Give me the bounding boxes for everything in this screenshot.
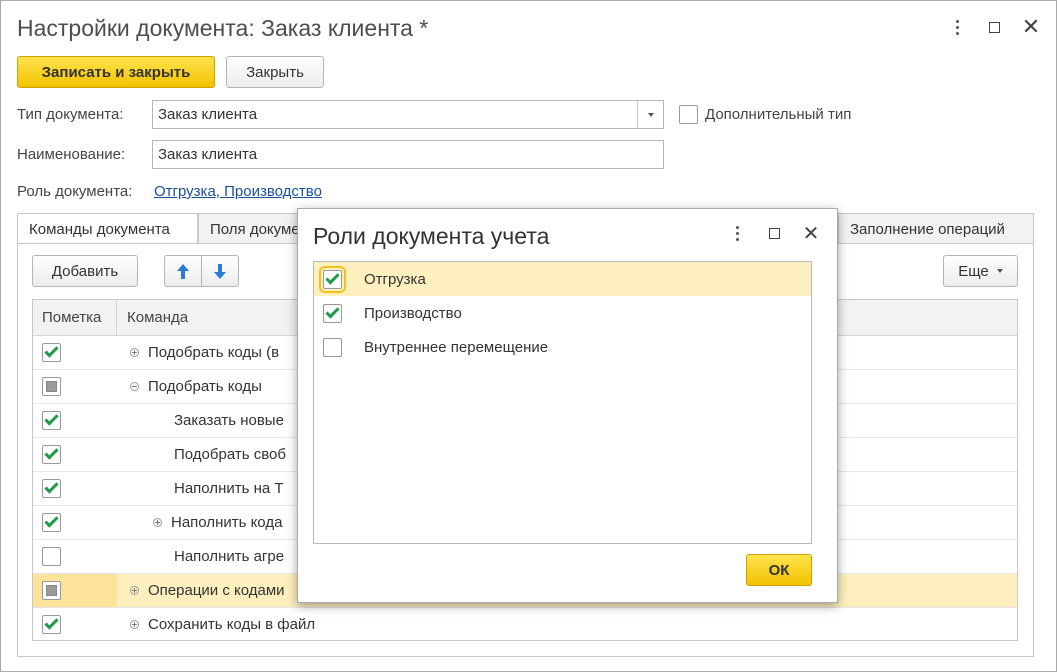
checkmark-icon xyxy=(44,513,59,528)
row-command-cell: Подобрать коды xyxy=(117,378,262,395)
close-icon[interactable]: ✕ xyxy=(797,219,825,247)
row-mark-cell xyxy=(33,336,117,369)
checkbox[interactable] xyxy=(42,411,61,430)
settings-window: Настройки документа: Заказ клиента * ✕ З… xyxy=(0,0,1057,672)
expand-icon[interactable] xyxy=(130,348,139,357)
checkbox[interactable] xyxy=(42,513,61,532)
row-command-cell: Сохранить коды в файл xyxy=(117,616,315,633)
partial-check-icon xyxy=(46,585,57,596)
row-mark-cell xyxy=(33,608,117,640)
more-vert-icon[interactable] xyxy=(723,219,751,247)
row-mark-cell xyxy=(33,438,117,471)
row-mark-cell xyxy=(33,472,117,505)
row-command-cell: Подобрать коды (в xyxy=(117,344,279,361)
partial-check-icon xyxy=(46,381,57,392)
checkmark-icon xyxy=(44,343,59,358)
row-command-label: Заказать новые xyxy=(174,412,284,429)
role-list-item[interactable]: Внутреннее перемещение xyxy=(314,330,811,364)
checkbox[interactable] xyxy=(42,581,61,600)
roles-dialog: Роли документа учета ✕ Отгрузка Производс… xyxy=(297,208,838,603)
role-label: Внутреннее перемещение xyxy=(364,338,549,356)
expand-icon[interactable] xyxy=(153,518,162,527)
dialog-title: Роли документа учета xyxy=(313,223,550,249)
arrow-up-icon[interactable] xyxy=(164,255,202,287)
extra-type-checkbox[interactable] xyxy=(679,105,698,124)
column-header-mark[interactable]: Пометка xyxy=(33,300,117,335)
maximize-icon[interactable] xyxy=(980,13,1008,41)
table-row[interactable]: Сохранить коды в файл xyxy=(33,608,1017,640)
row-command-cell: Заказать новые xyxy=(117,412,284,429)
name-value: Заказ клиента xyxy=(158,146,258,163)
row-command-label: Операции с кодами xyxy=(148,582,285,599)
role-list-item[interactable]: Производство xyxy=(314,296,811,330)
tab-fill-operations[interactable]: Заполнение операций xyxy=(838,213,1034,244)
close-icon[interactable]: ✕ xyxy=(1017,13,1045,41)
name-label: Наименование: xyxy=(17,146,126,163)
checkbox[interactable] xyxy=(323,303,342,323)
close-button[interactable]: Закрыть xyxy=(226,56,324,88)
checkbox[interactable] xyxy=(42,377,61,396)
doc-type-label: Тип документа: xyxy=(17,106,124,123)
row-command-label: Сохранить коды в файл xyxy=(148,616,316,633)
doc-type-value: Заказ клиента xyxy=(158,106,258,123)
row-command-label: Подобрать коды xyxy=(148,378,262,395)
checkbox[interactable] xyxy=(42,343,61,362)
extra-type-checkbox-wrap[interactable] xyxy=(679,105,698,128)
more-button[interactable]: Еще xyxy=(943,255,1018,287)
role-label: Отгрузка xyxy=(364,270,426,288)
row-mark-cell xyxy=(33,574,117,607)
role-label: Роль документа: xyxy=(17,183,133,200)
more-vert-icon[interactable] xyxy=(943,13,971,41)
chevron-down-icon[interactable] xyxy=(637,101,663,128)
column-header-command[interactable]: Команда xyxy=(117,309,188,326)
checkmark-icon xyxy=(325,303,340,319)
row-mark-cell xyxy=(33,404,117,437)
tab-commands[interactable]: Команды документа xyxy=(17,213,198,245)
row-command-label: Наполнить на Т xyxy=(174,480,284,497)
maximize-icon[interactable] xyxy=(760,219,788,247)
checkmark-icon xyxy=(44,445,59,460)
row-mark-cell xyxy=(33,540,117,573)
row-command-label: Подобрать своб xyxy=(174,446,286,463)
row-command-cell: Наполнить агре xyxy=(117,548,284,565)
save-and-close-button[interactable]: Записать и закрыть xyxy=(17,56,215,88)
row-command-cell: Операции с кодами xyxy=(117,582,285,599)
role-list-item[interactable]: Отгрузка xyxy=(314,262,811,296)
checkbox[interactable] xyxy=(42,615,61,634)
arrow-down-icon[interactable] xyxy=(201,255,239,287)
row-command-label: Наполнить кода xyxy=(171,514,283,531)
checkmark-icon xyxy=(44,615,59,630)
checkmark-icon xyxy=(44,411,59,426)
row-mark-cell xyxy=(33,506,117,539)
checkbox[interactable] xyxy=(42,547,61,566)
ok-button[interactable]: ОК xyxy=(746,554,812,586)
checkbox[interactable] xyxy=(319,265,346,293)
row-mark-cell xyxy=(33,370,117,403)
checkmark-icon xyxy=(44,479,59,494)
row-command-label: Наполнить агре xyxy=(174,548,285,565)
row-command-label: Подобрать коды (в xyxy=(148,344,280,361)
doc-type-select[interactable]: Заказ клиента xyxy=(152,100,664,129)
extra-type-label: Дополнительный тип xyxy=(705,106,852,123)
window-title: Настройки документа: Заказ клиента * xyxy=(17,15,429,41)
expand-icon[interactable] xyxy=(130,620,139,629)
expand-icon[interactable] xyxy=(130,586,139,595)
chevron-down-icon xyxy=(996,269,1003,273)
collapse-icon[interactable] xyxy=(130,382,139,391)
checkbox[interactable] xyxy=(42,445,61,464)
row-command-cell: Наполнить на Т xyxy=(117,480,284,497)
row-command-cell: Наполнить кода xyxy=(117,514,282,531)
checkmark-icon xyxy=(325,269,340,285)
checkbox[interactable] xyxy=(323,337,342,357)
role-link[interactable]: Отгрузка, Производство xyxy=(154,183,322,200)
roles-list: Отгрузка Производство Внутреннее перемещен… xyxy=(313,261,812,544)
name-input[interactable]: Заказ клиента xyxy=(152,140,664,169)
row-command-cell: Подобрать своб xyxy=(117,446,286,463)
more-label: Еще xyxy=(958,262,989,280)
role-label: Производство xyxy=(364,304,462,322)
checkbox[interactable] xyxy=(42,479,61,498)
tab-fields[interactable]: Поля документа xyxy=(198,213,300,244)
add-button[interactable]: Добавить xyxy=(32,255,138,287)
